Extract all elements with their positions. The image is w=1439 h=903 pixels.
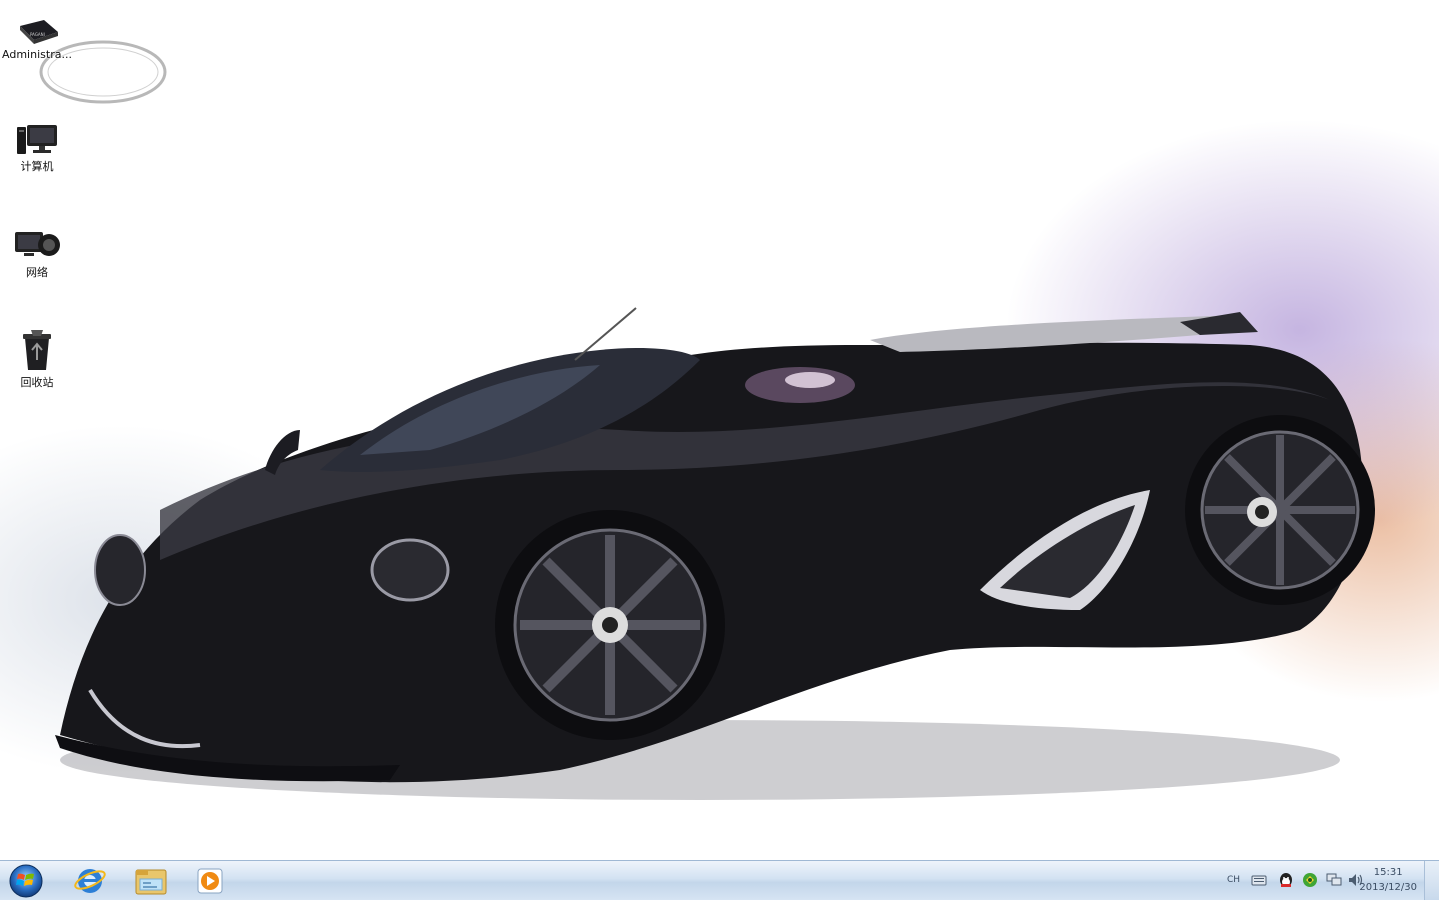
internet-explorer-icon [74, 869, 106, 893]
windows-logo-icon [9, 864, 43, 898]
desktop-icon-recycle-bin[interactable]: 回收站 [0, 328, 74, 390]
system-tray: CH 15:31 2013/12/30 [1199, 861, 1439, 900]
file-explorer-icon [135, 869, 167, 895]
clock-time: 15:31 [1373, 867, 1403, 878]
front-wheel [495, 510, 725, 740]
start-button[interactable] [4, 862, 48, 899]
network-icon [15, 232, 60, 256]
user-folder-icon: PAGANI [20, 20, 58, 44]
desktop-icon-label: Administra... [2, 48, 72, 61]
desktop-icon-administrator[interactable]: PAGANI Administra... [0, 18, 74, 61]
computer-icon [17, 125, 57, 154]
security-icon[interactable] [1301, 871, 1319, 893]
svg-text:PAGANI: PAGANI [30, 32, 45, 37]
keyboard-icon[interactable] [1251, 872, 1267, 891]
network-tray-icon[interactable] [1325, 872, 1343, 892]
taskbar-media-player[interactable] [184, 863, 236, 898]
desktop-icon-label: 网络 [26, 266, 48, 279]
media-player-icon [197, 868, 223, 894]
desktop[interactable]: PAGANI Administra... 计算机 网络 回收站 [0, 0, 1439, 860]
clock[interactable]: 15:31 2013/12/30 [1359, 865, 1417, 895]
taskbar-internet-explorer[interactable] [64, 863, 116, 898]
rear-wheel [1185, 415, 1375, 605]
desktop-icon-label: 回收站 [20, 376, 54, 389]
desktop-icon-label: 计算机 [20, 160, 54, 173]
recycle-bin-icon [23, 330, 51, 370]
show-desktop-button[interactable] [1424, 861, 1439, 900]
taskbar-file-explorer[interactable] [125, 863, 177, 898]
wallpaper-image [39, 40, 1375, 800]
taskbar: CH 15:31 2013/12/30 [0, 860, 1439, 900]
desktop-icon-computer[interactable]: 计算机 [0, 122, 74, 174]
desktop-icon-network[interactable]: 网络 [0, 228, 74, 280]
qq-icon[interactable] [1277, 871, 1295, 893]
clock-date: 2013/12/30 [1359, 882, 1417, 893]
language-indicator[interactable]: CH [1227, 875, 1240, 885]
